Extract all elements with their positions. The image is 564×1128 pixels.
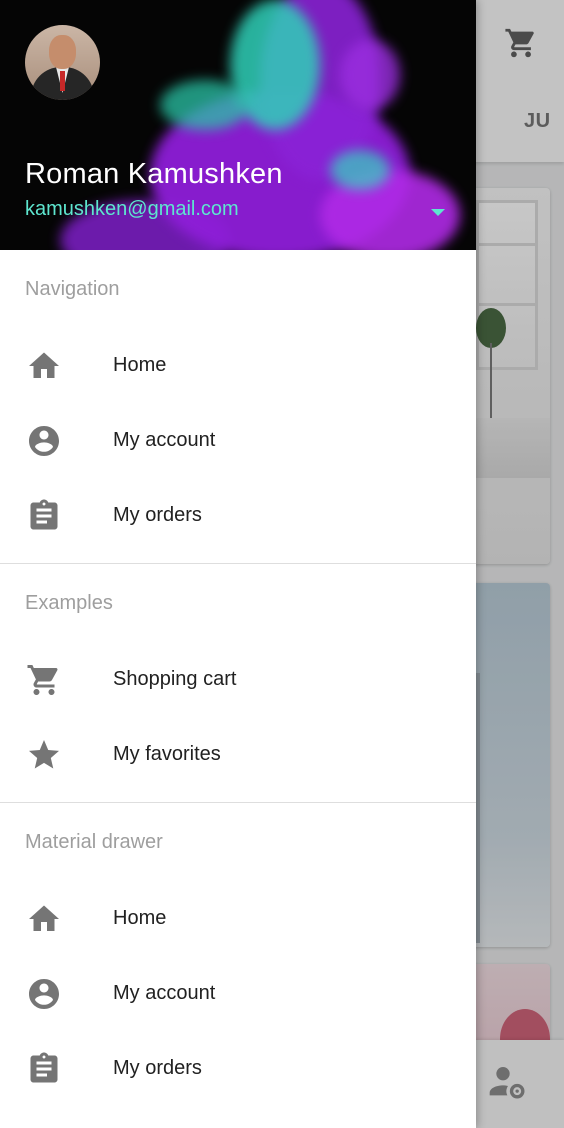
avatar-tie — [60, 71, 65, 91]
header-background-ink — [330, 150, 390, 190]
drawer-header: Roman Kamushken kamushken@gmail.com — [0, 0, 476, 250]
drawer-item-my-orders[interactable]: My orders — [0, 478, 476, 553]
drawer-item-partial[interactable] — [0, 1106, 476, 1128]
drawer-item-label: Home — [113, 354, 167, 376]
section-header-examples: Examples — [25, 592, 113, 614]
clipboard-icon — [30, 1052, 58, 1083]
cart-icon — [27, 665, 58, 695]
account-circle-icon — [29, 979, 59, 1009]
clipboard-icon — [30, 499, 58, 530]
account-circle-icon — [29, 426, 59, 456]
user-name: Roman Kamushken — [25, 158, 283, 190]
avatar-head — [49, 35, 76, 69]
header-background-ink — [160, 80, 250, 130]
home-icon — [29, 905, 59, 931]
drawer-item-label: My favorites — [113, 743, 221, 765]
drawer-item-home[interactable]: Home — [0, 328, 476, 403]
drawer-item-label: Shopping cart — [113, 668, 237, 690]
section-header-material-drawer: Material drawer — [25, 831, 163, 853]
drawer-item-my-account[interactable]: My account — [0, 956, 476, 1031]
dropdown-arrow-icon[interactable] — [424, 200, 452, 224]
star-icon — [29, 740, 59, 769]
drawer-item-label: My account — [113, 429, 216, 451]
user-email: kamushken@gmail.com — [25, 198, 239, 220]
drawer-item-home[interactable]: Home — [0, 881, 476, 956]
section-header-navigation: Navigation — [25, 278, 120, 300]
drawer-item-label: My orders — [113, 504, 202, 526]
drawer-item-my-account[interactable]: My account — [0, 403, 476, 478]
navigation-drawer: Roman Kamushken kamushken@gmail.com Navi… — [0, 0, 476, 1128]
avatar[interactable] — [25, 25, 100, 100]
drawer-item-label: My account — [113, 982, 216, 1004]
drawer-item-label: Home — [113, 907, 167, 929]
drawer-item-shopping-cart[interactable]: Shopping cart — [0, 642, 476, 717]
header-background-ink — [340, 40, 400, 110]
drawer-item-my-favorites[interactable]: My favorites — [0, 717, 476, 792]
drawer-item-label: My orders — [113, 1057, 202, 1079]
drawer-item-my-orders[interactable]: My orders — [0, 1031, 476, 1106]
home-icon — [29, 352, 59, 378]
